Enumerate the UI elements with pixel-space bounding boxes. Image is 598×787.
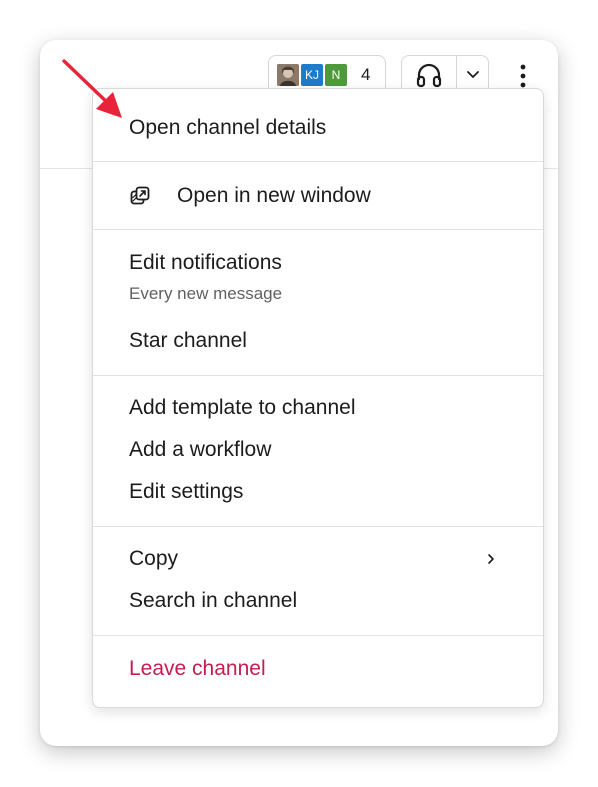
menu-item-label: Open in new window — [177, 184, 371, 207]
menu-item-search-in-channel[interactable]: Search in channel — [93, 580, 543, 622]
menu-divider — [93, 161, 543, 162]
menu-item-edit-settings[interactable]: Edit settings — [93, 471, 543, 513]
menu-item-open-in-new-window[interactable]: Open in new window — [93, 171, 543, 221]
menu-item-label: Leave channel — [129, 657, 266, 680]
member-avatar-stack: KJ N — [275, 62, 349, 88]
menu-item-add-workflow[interactable]: Add a workflow — [93, 429, 543, 471]
screenshot-stage: KJ N 4 Open channel details Open in new … — [0, 0, 598, 787]
menu-divider — [93, 375, 543, 376]
menu-item-label: Edit notifications — [129, 251, 282, 274]
menu-item-star-channel[interactable]: Star channel — [93, 319, 543, 363]
menu-item-add-template[interactable]: Add template to channel — [93, 387, 543, 429]
chevron-right-icon — [485, 552, 497, 566]
menu-divider — [93, 526, 543, 527]
channel-options-menu: Open channel details Open in new window … — [92, 88, 544, 708]
menu-divider — [93, 229, 543, 230]
avatar-photo-icon — [277, 64, 299, 86]
menu-item-copy[interactable]: Copy — [93, 538, 543, 580]
menu-item-label: Add template to channel — [129, 396, 356, 419]
annotation-arrow-icon — [62, 59, 122, 118]
notifications-setting-value: Every new message — [129, 284, 283, 303]
menu-item-label: Copy — [129, 547, 179, 570]
member-count: 4 — [361, 65, 371, 84]
menu-item-label: Open channel details — [129, 116, 327, 139]
menu-item-edit-notifications[interactable]: Edit notifications — [93, 241, 543, 285]
member-avatar-kj: KJ — [299, 62, 325, 88]
menu-divider — [93, 635, 543, 636]
menu-item-label: Add a workflow — [129, 438, 272, 461]
member-avatar-n: N — [323, 62, 349, 88]
menu-item-leave-channel[interactable]: Leave channel — [93, 647, 543, 691]
menu-item-label: Star channel — [129, 329, 247, 352]
menu-item-label: Edit settings — [129, 480, 244, 503]
menu-item-open-channel-details[interactable]: Open channel details — [93, 103, 543, 153]
member-avatar-photo — [275, 62, 301, 88]
menu-item-label: Search in channel — [129, 589, 298, 612]
new-window-icon — [129, 185, 151, 207]
